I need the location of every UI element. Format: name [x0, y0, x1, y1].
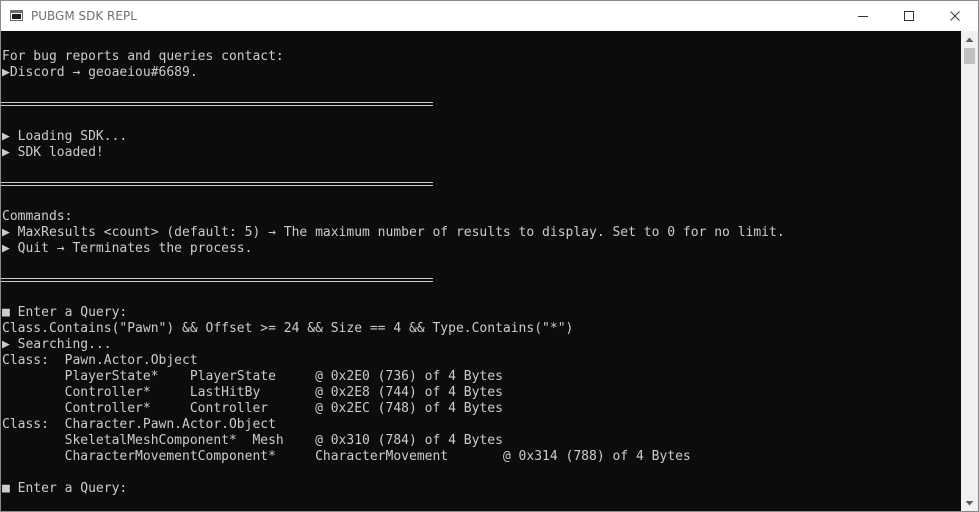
result-class-line: Class: Pawn.Actor.Object [2, 353, 198, 368]
scroll-down-button[interactable] [961, 494, 978, 511]
title-bar[interactable]: PUBGM SDK REPL [1, 1, 978, 31]
console-line: For bug reports and queries contact: [2, 49, 284, 64]
console-line: ▶ SDK loaded! [2, 145, 104, 160]
close-button[interactable] [932, 1, 978, 31]
query-prompt: ■ Enter a Query: [2, 305, 128, 320]
vertical-scrollbar[interactable] [961, 31, 978, 511]
result-member-line: CharacterMovementComponent* CharacterMov… [2, 449, 691, 464]
console-line: ▶ Searching... [2, 337, 112, 352]
minimize-icon [858, 16, 868, 17]
minimize-button[interactable] [840, 1, 886, 31]
query-input-text: Class.Contains("Pawn") && Offset >= 24 &… [2, 321, 574, 336]
separator-line [1, 102, 433, 106]
separator-line [1, 278, 433, 282]
scroll-up-arrow-icon [965, 37, 974, 42]
maximize-icon [904, 11, 914, 21]
console-line: ▶ Quit → Terminates the process. [2, 241, 253, 256]
scrollbar-thumb[interactable] [964, 48, 975, 64]
window-controls [840, 1, 978, 31]
scroll-up-button[interactable] [961, 31, 978, 48]
result-member-line: PlayerState* PlayerState @ 0x2E0 (736) o… [2, 369, 503, 384]
console-line: Commands: [2, 209, 73, 224]
console-window: PUBGM SDK REPL For bug reports and queri… [0, 0, 979, 512]
result-member-line: SkeletalMeshComponent* Mesh @ 0x310 (784… [2, 433, 503, 448]
result-member-line: Controller* LastHitBy @ 0x2E8 (744) of 4… [2, 385, 503, 400]
result-class-line: Class: Character.Pawn.Actor.Object [2, 417, 276, 432]
query-prompt: ■ Enter a Query: [2, 481, 128, 496]
console-line: ▶ Loading SDK... [2, 129, 128, 144]
console-line: ▶Discord → geoaeiou#6689. [2, 65, 198, 80]
window-title: PUBGM SDK REPL [31, 9, 137, 23]
scroll-down-arrow-icon [965, 500, 974, 505]
result-member-line: Controller* Controller @ 0x2EC (748) of … [2, 401, 503, 416]
console-line: ▶ MaxResults <count> (default: 5) → The … [2, 225, 785, 240]
maximize-button[interactable] [886, 1, 932, 31]
console-app-icon [9, 8, 25, 24]
close-icon [950, 11, 960, 21]
console-output[interactable]: For bug reports and queries contact: ▶Di… [1, 31, 961, 511]
separator-line [1, 182, 433, 186]
